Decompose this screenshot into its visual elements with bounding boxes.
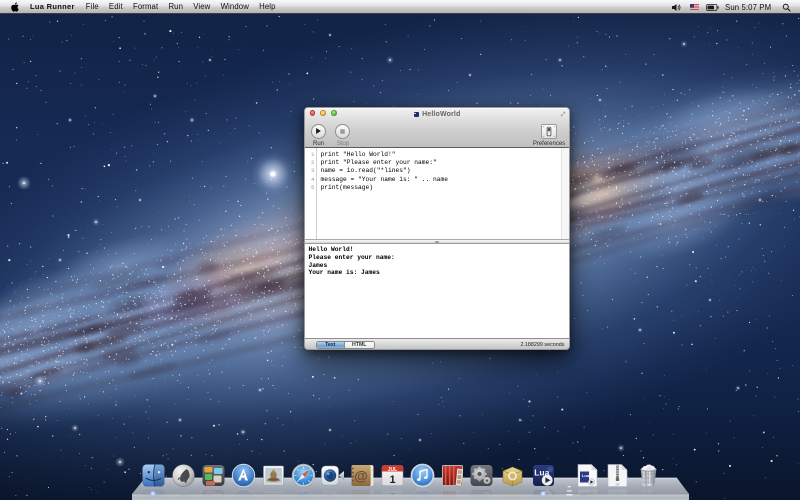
svg-text:ZIP: ZIP bbox=[615, 482, 619, 486]
svg-text:@: @ bbox=[355, 492, 369, 500]
svg-text:1: 1 bbox=[389, 474, 395, 486]
svg-text:ZIP: ZIP bbox=[615, 489, 619, 493]
svg-text:1: 1 bbox=[389, 490, 395, 500]
svg-text:JUL: JUL bbox=[388, 467, 397, 473]
svg-text:Lua: Lua bbox=[582, 473, 590, 478]
svg-text:@: @ bbox=[355, 467, 369, 483]
